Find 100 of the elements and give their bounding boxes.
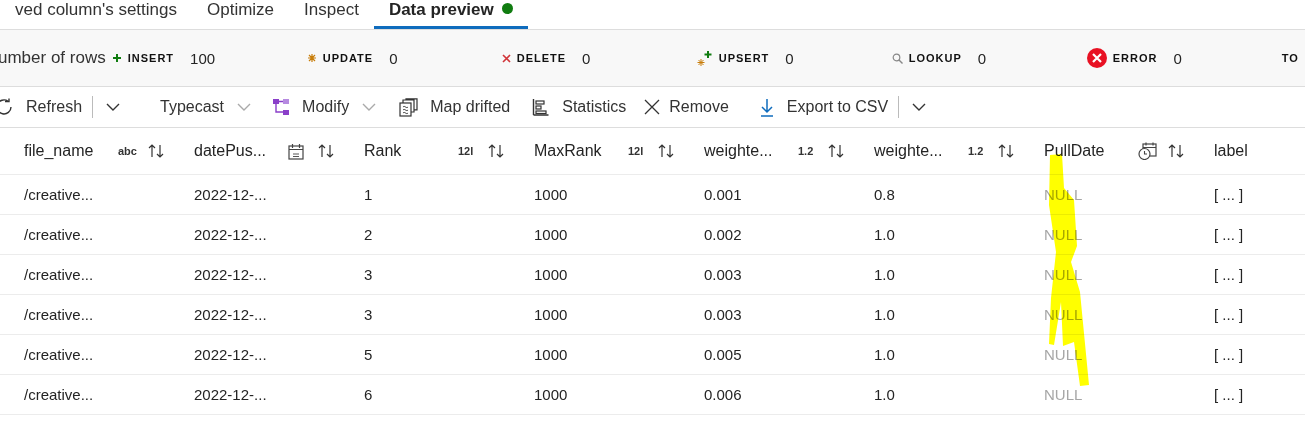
table-cell-text: /creative... — [24, 266, 95, 283]
table-cell-text: 1.0 — [874, 226, 896, 243]
table-cell-text: 6 — [364, 386, 374, 403]
tab[interactable]: ved column's settings — [0, 0, 192, 29]
tab[interactable]: Optimize — [192, 0, 290, 29]
tab[interactable]: Inspect — [289, 0, 374, 29]
sort-button[interactable] — [828, 143, 844, 159]
table-cell-text: 1000 — [534, 186, 569, 203]
table-cell-text: /creative... — [24, 346, 95, 363]
counter-value: 0 — [977, 49, 987, 67]
refresh-button[interactable]: Refresh — [0, 92, 83, 122]
table-cell-text: 1.0 — [874, 346, 896, 363]
error-icon — [1086, 48, 1107, 68]
remove-button[interactable]: Remove — [644, 92, 729, 122]
counter-label: TO — [1281, 52, 1299, 64]
search-icon — [891, 52, 903, 64]
counter-value: 0 — [1173, 49, 1182, 67]
table-cell-text: 2022-12-... — [194, 186, 268, 203]
sort-button[interactable] — [318, 143, 334, 159]
table-cell-text: 1000 — [534, 346, 569, 363]
export-button[interactable]: Export to CSV — [758, 92, 889, 122]
cross-icon — [501, 53, 511, 63]
sort-button[interactable] — [658, 143, 674, 159]
table-cell-text: 0.006 — [704, 386, 743, 403]
table-cell-text: 1000 — [534, 386, 569, 403]
map-button[interactable]: Map drifted — [399, 92, 511, 122]
typecast-button[interactable]: Typecast — [160, 92, 253, 122]
counter-label: UPDATE — [322, 52, 374, 64]
table-cell-text: 2022-12-... — [194, 346, 268, 363]
table-cell-text: 0.001 — [704, 186, 743, 203]
table-cell-text: [ ... ] — [1214, 306, 1245, 323]
plus-icon — [111, 53, 122, 63]
asterisk-icon — [306, 53, 317, 63]
column-header: MaxRank — [534, 142, 603, 160]
table-cell-text: 0.003 — [704, 266, 743, 283]
column-header: file_name — [24, 142, 95, 160]
type-label: 1.2 — [968, 145, 984, 157]
table-cell-text: [ ... ] — [1214, 226, 1245, 243]
counter-value: 100 — [190, 49, 216, 67]
table-cell-text: [ ... ] — [1214, 186, 1245, 203]
table-cell-text: 1 — [364, 186, 374, 203]
column-header: PullDate — [1044, 142, 1106, 160]
table-cell-text: /creative... — [24, 226, 95, 243]
table-cell-text: 5 — [364, 346, 374, 363]
table-cell-text: 3 — [364, 306, 374, 323]
table-cell-text: 1000 — [534, 226, 569, 243]
type-label: abc — [118, 145, 137, 157]
sort-button[interactable] — [148, 143, 164, 159]
table-cell-text: /creative... — [24, 186, 95, 203]
counter-label: UPSERT — [718, 52, 770, 64]
table-cell-text: 0.8 — [874, 186, 896, 203]
table-cell-text: 2022-12-... — [194, 266, 268, 283]
counter-label: INSERT — [127, 52, 175, 64]
download-icon — [758, 97, 775, 117]
table-cell-text: /creative... — [24, 306, 95, 323]
table-cell-text: 1000 — [534, 306, 569, 323]
type-label: 12l — [628, 145, 644, 157]
counter-label: DELETE — [516, 52, 567, 64]
calendar-icon — [288, 142, 304, 160]
table-cell-text: 2022-12-... — [194, 226, 268, 243]
column-header: label — [1214, 142, 1249, 160]
asterisk-plus-icon — [696, 49, 713, 67]
bar-chart-icon — [532, 98, 551, 116]
table-cell-text: 2022-12-... — [194, 386, 268, 403]
stacked-pages-icon — [399, 97, 419, 117]
table-cell-text: 3 — [364, 266, 374, 283]
column-header: weighte... — [874, 142, 944, 160]
sort-button[interactable] — [488, 143, 504, 159]
modify-button[interactable]: Modify — [272, 92, 378, 122]
counter-label: ERROR — [1112, 52, 1158, 64]
sort-button[interactable] — [998, 143, 1014, 159]
counter-value: 0 — [785, 49, 794, 67]
table-cell-text: 1000 — [534, 266, 569, 283]
table-cell-text: 1.0 — [874, 386, 896, 403]
table-cell-text: 2 — [364, 226, 374, 243]
table-cell-text: 2022-12-... — [194, 306, 268, 323]
counter-value: 0 — [582, 49, 591, 67]
type-label: 12l — [458, 145, 474, 157]
table-cell-text: 1.0 — [874, 266, 896, 283]
refresh-icon — [0, 98, 14, 116]
close-icon — [644, 99, 661, 115]
table-cell-text: [ ... ] — [1214, 346, 1245, 363]
column-header: datePus... — [194, 142, 268, 160]
table-cell-text: /creative... — [24, 386, 95, 403]
counter-label: LOOKUP — [908, 52, 962, 64]
table-cell-text: 0.003 — [704, 306, 743, 323]
counter-value: 0 — [389, 49, 398, 67]
calendar-clock-icon — [1138, 142, 1157, 160]
table-cell-text: 1.0 — [874, 306, 896, 323]
statistics-button[interactable]: Statistics — [532, 92, 627, 122]
table-cell-text: 0.002 — [704, 226, 743, 243]
sort-button[interactable] — [1168, 143, 1184, 159]
column-header: weighte... — [704, 142, 774, 160]
table-cell-text: [ ... ] — [1214, 386, 1245, 403]
flow-icon — [272, 98, 291, 116]
column-header: Rank — [364, 142, 403, 160]
table-cell-text: 0.005 — [704, 346, 743, 363]
table-cell-text: [ ... ] — [1214, 266, 1245, 283]
table-cell-text: NULL — [1044, 386, 1084, 403]
type-label: 1.2 — [798, 145, 814, 157]
